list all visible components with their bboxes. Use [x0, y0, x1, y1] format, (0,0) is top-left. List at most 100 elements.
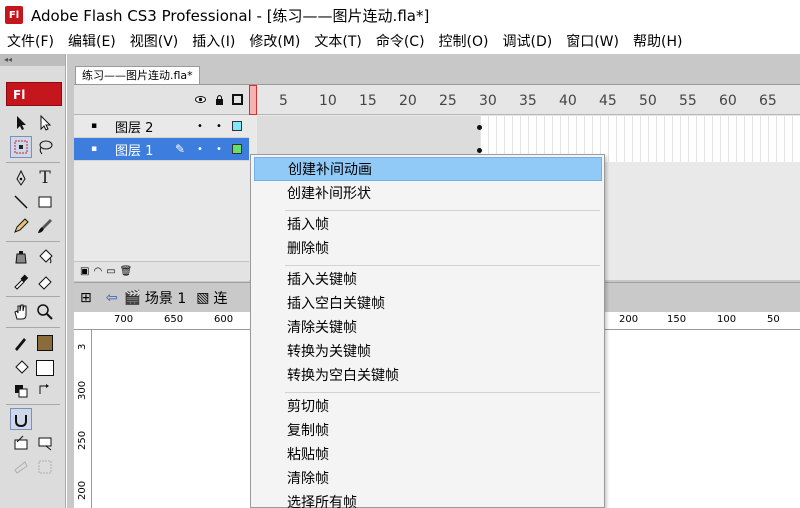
frame-number: 60 [719, 93, 737, 109]
tool-divider [6, 327, 60, 328]
layer-lock-dot[interactable]: • [216, 121, 222, 132]
frame-number: 55 [679, 93, 697, 109]
paint-bucket-tool-icon[interactable] [34, 246, 56, 268]
menu-file[interactable]: 文件(F) [0, 30, 61, 54]
flash-app-icon: Fl [5, 6, 23, 24]
timeline-toggle-icon[interactable]: ⊞ [80, 290, 92, 306]
menu-copy-frames[interactable]: 复制帧 [254, 419, 602, 443]
frame-context-menu: 创建补间动画 创建补间形状 插入帧 删除帧 插入关键帧 插入空白关键帧 清除关键… [250, 154, 605, 508]
add-motion-guide-icon[interactable]: ◠ [93, 266, 102, 277]
menu-create-shape-tween[interactable]: 创建补间形状 [254, 182, 602, 206]
menu-insert-keyframe[interactable]: 插入关键帧 [254, 268, 602, 292]
menu-insert-frame[interactable]: 插入帧 [254, 213, 602, 237]
layer-lock-dot[interactable]: • [216, 144, 222, 155]
lock-icon[interactable] [214, 94, 225, 105]
snap-to-objects-icon[interactable] [10, 408, 32, 430]
pencil-tool-icon[interactable] [10, 215, 32, 237]
layer-row-2[interactable]: ▪ 图层 2 • • [74, 115, 249, 138]
playhead[interactable] [249, 85, 257, 115]
stroke-color-swatch[interactable] [34, 332, 56, 354]
rectangle-tool-icon[interactable] [34, 191, 56, 213]
menu-select-all-frames[interactable]: 选择所有帧 [254, 491, 602, 508]
menu-control[interactable]: 控制(O) [432, 30, 496, 54]
pen-tool-icon[interactable] [10, 167, 32, 189]
delete-layer-icon[interactable]: 🗑 [120, 266, 133, 277]
layer-row-1[interactable]: ▪ 图层 1 ✎ • • [74, 138, 249, 161]
ink-bottle-tool-icon[interactable] [10, 246, 32, 268]
insert-layer-icon[interactable]: ▣ [80, 266, 89, 277]
selection-tool-icon[interactable] [10, 112, 32, 134]
brush-tool-icon[interactable] [34, 215, 56, 237]
frame-number: 35 [519, 93, 537, 109]
document-tab[interactable]: 练习——图片连动.fla* [75, 66, 200, 84]
symbol-breadcrumb[interactable]: ▧ 连 [196, 288, 227, 308]
ruler-mark: 50 [767, 314, 780, 325]
menu-bar: 文件(F) 编辑(E) 视图(V) 插入(I) 修改(M) 文本(T) 命令(C… [0, 30, 800, 54]
smooth-icon[interactable] [10, 432, 32, 454]
menu-view[interactable]: 视图(V) [123, 30, 186, 54]
layer-outline-color[interactable] [232, 144, 242, 154]
tool-divider [6, 404, 60, 405]
layer-visible-dot[interactable]: • [197, 144, 203, 155]
menu-text[interactable]: 文本(T) [307, 30, 368, 54]
menu-convert-to-keyframes[interactable]: 转换为关键帧 [254, 340, 602, 364]
menu-convert-to-blank-keyframes[interactable]: 转换为空白关键帧 [254, 364, 602, 388]
symbol-label: 连 [213, 290, 228, 307]
frame-number: 10 [319, 93, 337, 109]
ruler-mark: 250 [77, 430, 88, 450]
scene-breadcrumb[interactable]: 🎬 场景 1 [123, 288, 186, 308]
menu-edit[interactable]: 编辑(E) [61, 30, 123, 54]
stroke-color-icon[interactable] [10, 332, 32, 354]
swap-colors-icon[interactable] [34, 380, 56, 402]
frame-number: 50 [639, 93, 657, 109]
subselection-tool-icon[interactable] [34, 112, 56, 134]
layer-header [74, 85, 249, 115]
keyframe-layer-1[interactable] [477, 148, 482, 153]
eyedropper-tool-icon[interactable] [10, 270, 32, 292]
layer-footer-toolbar: ▣ ◠ ▭ 🗑 [74, 261, 249, 281]
menu-cut-frames[interactable]: 剪切帧 [254, 395, 602, 419]
keyframe-layer-2[interactable] [477, 125, 482, 130]
zoom-tool-icon[interactable] [34, 301, 56, 323]
lasso-tool-icon[interactable] [34, 136, 56, 158]
frame-number: 25 [439, 93, 457, 109]
menu-insert-blank-keyframe[interactable]: 插入空白关键帧 [254, 292, 602, 316]
menu-remove-frames[interactable]: 删除帧 [254, 237, 602, 261]
free-transform-tool-icon[interactable] [10, 136, 32, 158]
outline-icon[interactable] [232, 94, 243, 105]
straighten-icon[interactable] [34, 432, 56, 454]
layer-outline-color[interactable] [232, 121, 242, 131]
frame-number: 40 [559, 93, 577, 109]
eraser-tool-icon[interactable] [34, 270, 56, 292]
line-tool-icon[interactable] [10, 191, 32, 213]
menu-commands[interactable]: 命令(C) [369, 30, 432, 54]
ruler-mark: 300 [77, 380, 88, 400]
ruler-mark: 700 [114, 314, 134, 325]
show-hide-eye-icon[interactable] [195, 94, 206, 105]
menu-window[interactable]: 窗口(W) [559, 30, 626, 54]
menu-modify[interactable]: 修改(M) [242, 30, 307, 54]
insert-folder-icon[interactable]: ▭ [106, 266, 115, 277]
menu-debug[interactable]: 调试(D) [496, 30, 560, 54]
menu-create-motion-tween[interactable]: 创建补间动画 [254, 157, 602, 181]
fill-color-icon[interactable] [10, 357, 32, 379]
ruler-mark: 3 [77, 343, 88, 350]
fill-color-swatch[interactable] [34, 357, 56, 379]
menu-clear-frames[interactable]: 清除帧 [254, 467, 602, 491]
hand-tool-icon[interactable] [10, 301, 32, 323]
flash-logo: Fl [6, 82, 62, 106]
frame-ruler[interactable]: 5 10 15 20 25 30 35 40 45 50 55 60 65 [249, 85, 800, 115]
tools-collapse-handle[interactable]: ◂◂ [0, 54, 65, 66]
menu-help[interactable]: 帮助(H) [626, 30, 689, 54]
menu-insert[interactable]: 插入(I) [185, 30, 242, 54]
back-arrow-icon[interactable]: ⇦ [106, 290, 118, 306]
tool-divider [6, 241, 60, 242]
text-tool-icon[interactable]: T [34, 167, 56, 189]
default-colors-icon[interactable] [10, 380, 32, 402]
frame-number: 5 [279, 93, 288, 109]
menu-clear-keyframe[interactable]: 清除关键帧 [254, 316, 602, 340]
rotate-skew-icon[interactable] [10, 456, 32, 478]
menu-paste-frames[interactable]: 粘贴帧 [254, 443, 602, 467]
scale-icon[interactable] [34, 456, 56, 478]
layer-visible-dot[interactable]: • [197, 121, 203, 132]
